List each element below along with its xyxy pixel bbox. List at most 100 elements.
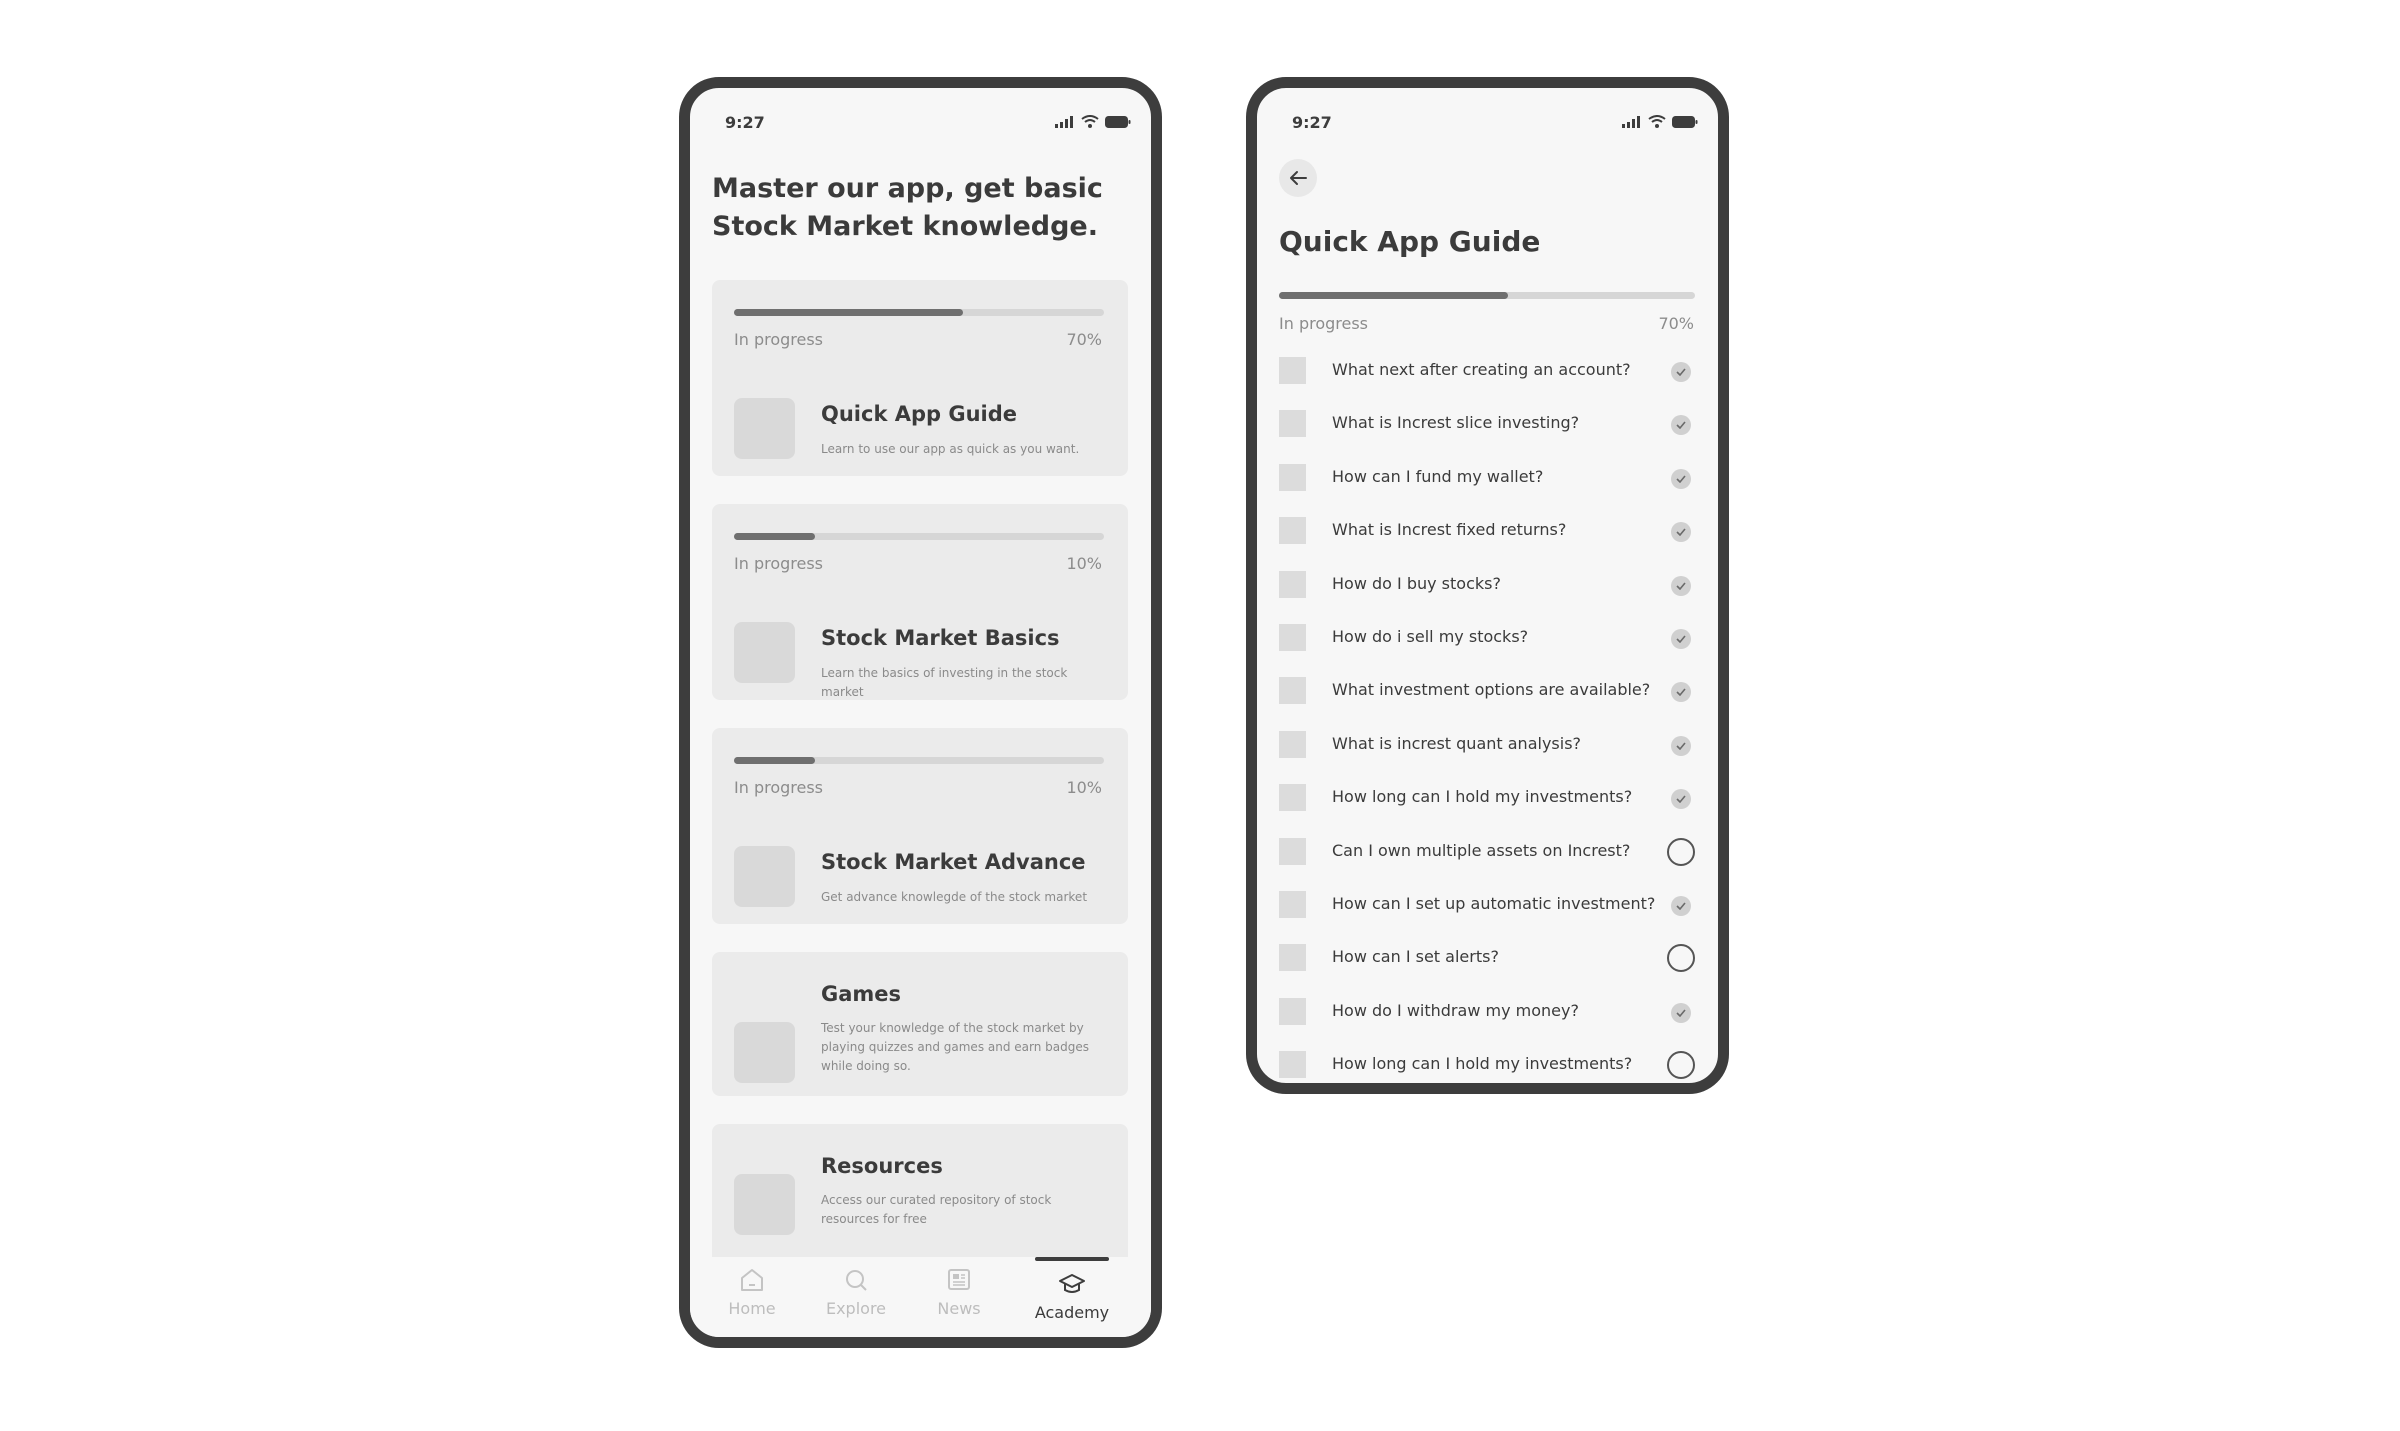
page-title: Quick App Guide xyxy=(1279,225,1541,258)
games-description: Test your knowledge of the stock market … xyxy=(821,1021,1089,1073)
wifi-icon xyxy=(1648,115,1666,128)
back-button[interactable] xyxy=(1279,159,1317,197)
games-card[interactable]: Games Test your knowledge of the stock m… xyxy=(712,952,1128,1096)
course-card-stock-market-advance[interactable]: In progress 10% Stock Market Advance Get… xyxy=(712,728,1128,924)
resources-thumbnail xyxy=(734,1174,795,1235)
question-thumbnail xyxy=(1279,624,1306,651)
progress-percent: 10% xyxy=(1066,554,1102,573)
progress-percent: 10% xyxy=(1066,778,1102,797)
question-text: How do I withdraw my money? xyxy=(1332,1000,1579,1020)
course-description: Get advance knowlegde of the stock marke… xyxy=(821,890,1088,904)
question-row[interactable]: What is Increst slice investing? xyxy=(1279,408,1699,438)
games-thumbnail xyxy=(734,1022,795,1083)
empty-circle-icon xyxy=(1667,944,1695,973)
progress-percent: 70% xyxy=(1658,314,1694,333)
active-tab-indicator xyxy=(1035,1257,1109,1261)
question-thumbnail xyxy=(1279,997,1306,1025)
question-thumbnail xyxy=(1279,410,1306,438)
check-circle-icon xyxy=(1671,575,1691,596)
resources-card[interactable]: Resources Access our curated repository … xyxy=(712,1124,1128,1268)
check-circle-icon xyxy=(1671,789,1691,810)
check-circle-icon xyxy=(1671,735,1691,756)
question-text: What is increst quant analysis? xyxy=(1332,733,1582,753)
games-title: Games xyxy=(821,982,902,1006)
course-thumbnail xyxy=(734,622,795,683)
home-icon xyxy=(741,1269,763,1291)
status-bar: 9:27 xyxy=(1257,88,1718,132)
question-thumbnail xyxy=(1279,784,1306,812)
search-icon xyxy=(846,1270,867,1291)
question-text: How long can I hold my investments? xyxy=(1332,1054,1633,1074)
quick-app-guide-phone-screen: 9:27 Quick App Guide In progress 70% Wha… xyxy=(1246,77,1729,1094)
question-text: How can I set up automatic investment? xyxy=(1332,894,1656,913)
question-row[interactable]: What next after creating an account? xyxy=(1279,355,1699,385)
course-title: Quick App Guide xyxy=(821,402,1018,426)
question-row[interactable]: What is increst quant analysis? xyxy=(1279,729,1699,759)
arrow-left-icon xyxy=(1290,171,1307,185)
tab-explore-label: Explore xyxy=(825,1299,887,1318)
course-title: Stock Market Basics xyxy=(821,626,1060,650)
question-row[interactable]: What investment options are available? xyxy=(1279,675,1699,705)
page-title: Master our app, get basic Stock Market k… xyxy=(712,170,1112,246)
tab-news-label: News xyxy=(937,1299,981,1318)
question-row[interactable]: How long can I hold my investments? xyxy=(1279,782,1699,812)
check-circle-icon xyxy=(1671,1002,1691,1023)
course-card-stock-market-basics[interactable]: In progress 10% Stock Market Basics Lear… xyxy=(712,504,1128,700)
resources-description: Access our curated repository of stock r… xyxy=(821,1193,1052,1226)
status-time: 9:27 xyxy=(725,113,765,132)
question-text: How do I buy stocks? xyxy=(1332,573,1501,593)
signal-icon xyxy=(1622,115,1640,128)
progress-bar xyxy=(734,309,1104,316)
question-thumbnail xyxy=(1279,891,1306,918)
question-row[interactable]: How can I set alerts? xyxy=(1279,942,1699,973)
question-row[interactable]: How can I fund my wallet? xyxy=(1279,462,1699,492)
question-row[interactable]: How do I withdraw my money? xyxy=(1279,996,1699,1026)
tab-home[interactable]: Home xyxy=(702,1267,802,1318)
news-icon xyxy=(948,1269,970,1290)
question-thumbnail xyxy=(1279,730,1306,758)
progress-percent: 70% xyxy=(1066,330,1102,349)
question-row[interactable]: How do I buy stocks? xyxy=(1279,569,1699,599)
progress-label: In progress xyxy=(1279,314,1369,333)
academy-phone-screen: 9:27 Master our app, get basic Stock Mar… xyxy=(679,77,1162,1348)
empty-circle-icon xyxy=(1667,1051,1695,1080)
question-row[interactable]: Can I own multiple assets on Increst? xyxy=(1279,836,1699,866)
empty-circle-icon xyxy=(1667,837,1695,866)
check-circle-icon xyxy=(1671,629,1691,649)
tab-academy[interactable]: Academy xyxy=(1022,1267,1122,1322)
question-thumbnail xyxy=(1279,463,1306,491)
status-time: 9:27 xyxy=(1292,113,1332,132)
status-bar: 9:27 xyxy=(690,88,1151,132)
tab-home-label: Home xyxy=(728,1299,776,1318)
course-thumbnail xyxy=(734,398,795,459)
question-text: What next after creating an account? xyxy=(1332,360,1631,379)
progress-fill xyxy=(734,757,816,764)
question-row[interactable]: How can I set up automatic investment? xyxy=(1279,889,1699,919)
question-thumbnail xyxy=(1279,677,1306,705)
tab-explore[interactable]: Explore xyxy=(806,1267,906,1318)
question-text: What is Increst fixed returns? xyxy=(1332,520,1567,540)
course-card-quick-app-guide[interactable]: In progress 70% Quick App Guide Learn to… xyxy=(712,280,1128,476)
progress-label: In progress xyxy=(734,554,824,573)
question-row[interactable]: How do i sell my stocks? xyxy=(1279,622,1699,652)
question-thumbnail xyxy=(1279,1051,1306,1079)
question-thumbnail xyxy=(1279,570,1306,598)
progress-bar xyxy=(734,757,1104,764)
check-circle-icon xyxy=(1671,362,1691,382)
progress-bar xyxy=(734,533,1104,540)
check-circle-icon xyxy=(1671,415,1691,436)
tab-news[interactable]: News xyxy=(909,1267,1009,1318)
check-circle-icon xyxy=(1671,522,1691,543)
check-circle-icon xyxy=(1671,896,1691,916)
question-text: Can I own multiple assets on Increst? xyxy=(1332,840,1631,860)
course-thumbnail xyxy=(734,846,795,907)
graduation-cap-icon xyxy=(1059,1274,1085,1293)
page-title-line2: Stock Market knowledge. xyxy=(712,211,1098,242)
check-circle-icon xyxy=(1671,468,1691,489)
question-text: How can I fund my wallet? xyxy=(1332,466,1544,486)
question-row[interactable]: How long can I hold my investments? xyxy=(1279,1049,1699,1080)
progress-fill xyxy=(1279,292,1508,299)
wifi-icon xyxy=(1081,115,1099,128)
question-text: What investment options are available? xyxy=(1332,680,1651,700)
question-row[interactable]: What is Increst fixed returns? xyxy=(1279,515,1699,545)
